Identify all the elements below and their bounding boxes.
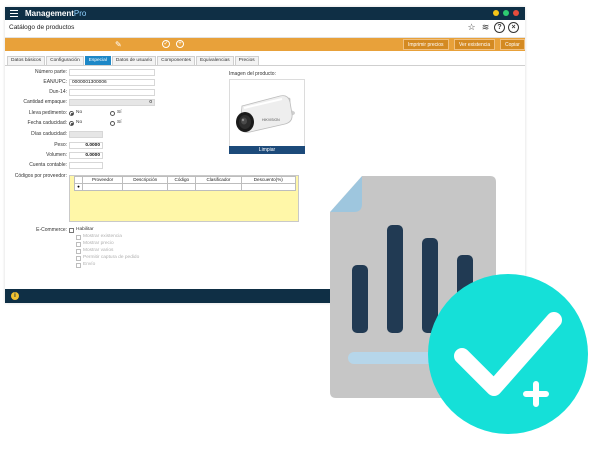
tag-icon[interactable]: ✎ (115, 40, 122, 49)
col-clasificador[interactable]: Clasificador (195, 176, 242, 184)
tab-datos-usuario[interactable]: Datos de usuario (111, 56, 157, 65)
ean-label: EAN/UPC: (43, 79, 67, 85)
mostrar-varios-checkbox[interactable] (76, 249, 81, 254)
dias-caducidad-label: Días caducidad: (31, 131, 67, 137)
row-indicator-header (74, 176, 83, 184)
table-cell[interactable] (240, 183, 297, 191)
captura-pedido-checkbox[interactable] (76, 256, 81, 261)
cuenta-contable-label: Cuenta contable: (29, 162, 67, 168)
row-indicator: ● (74, 183, 83, 191)
help-icon[interactable]: ? (494, 22, 505, 33)
product-image-label: Imagen del producto: (229, 71, 276, 77)
caducidad-no-radio[interactable] (69, 121, 74, 126)
window-controls (493, 10, 519, 16)
dun-label: Dun-14: (49, 89, 67, 95)
mostrar-varios-label: Mostrar varios (83, 248, 114, 253)
captura-pedido-label: Permitir captura de pedido (83, 255, 140, 260)
mostrar-precio-checkbox[interactable] (76, 242, 81, 247)
envio-label: Envío (83, 262, 96, 267)
cuenta-contable-input[interactable] (69, 162, 103, 169)
view-stock-button[interactable]: Ver existencia (454, 39, 496, 50)
maximize-dot[interactable] (503, 10, 509, 16)
table-row[interactable]: ● (74, 183, 297, 191)
copy-button[interactable]: Copiar (500, 39, 525, 50)
table-cell[interactable] (122, 183, 169, 191)
check-circle-icon[interactable]: ✓ (162, 40, 170, 48)
mostrar-existencia-label: Mostrar existencia (83, 234, 122, 239)
col-codigo[interactable]: Código (167, 176, 197, 184)
caducidad-si-label: Sí (117, 120, 122, 125)
lleva-pedimento-label: Lleva pedimento: (28, 110, 67, 116)
numero-parte-input[interactable] (69, 69, 155, 76)
tab-datos-basicos[interactable]: Datos básicos (7, 56, 46, 65)
close-dot[interactable] (513, 10, 519, 16)
caducidad-si-radio[interactable] (110, 121, 115, 126)
numero-parte-label: Número parte: (35, 69, 67, 75)
col-proveedor[interactable]: Proveedor (81, 176, 124, 184)
habilitar-label: Habilitar (76, 227, 94, 232)
table-cell[interactable] (81, 183, 124, 191)
tab-strip: Datos básicos Configuración Especial Dat… (7, 56, 259, 65)
tab-especial[interactable]: Especial (84, 56, 111, 65)
star-icon[interactable]: ☆ (466, 22, 477, 33)
table-cell[interactable] (167, 183, 197, 191)
envio-checkbox[interactable] (76, 263, 81, 268)
volumen-input[interactable]: 0.0000 (69, 152, 103, 159)
supplier-codes-grid: Proveedor Descripción Código Clasificado… (69, 175, 299, 222)
camera-image: HIKVISION (236, 95, 295, 133)
habilitar-checkbox[interactable] (69, 228, 74, 233)
pedimento-si-radio[interactable] (110, 111, 115, 116)
cantidad-empaque-input[interactable]: 0 (69, 99, 155, 106)
dias-caducidad-input[interactable] (69, 131, 103, 138)
pedimento-si-label: Sí (117, 110, 122, 115)
menu-icon[interactable] (10, 10, 18, 17)
minimize-dot[interactable] (493, 10, 499, 16)
codigos-proveedor-label: Códigos por proveedor: (14, 173, 67, 179)
clear-image-button[interactable]: Limpiar (229, 146, 305, 154)
peso-input[interactable]: 0.0000 (69, 142, 103, 149)
svg-text:HIKVISION: HIKVISION (262, 118, 280, 122)
action-bar: ✎ ✓ + Imprimir precios Ver existencia Co… (5, 38, 525, 51)
mostrar-precio-label: Mostrar precio (83, 241, 114, 246)
tab-equivalencias[interactable]: Equivalencias (196, 56, 234, 65)
col-descuento[interactable]: Descuento(%) (240, 176, 297, 184)
layers-icon[interactable]: ≋ (480, 22, 491, 33)
print-prices-button[interactable]: Imprimir precios (403, 39, 449, 50)
tab-precios[interactable]: Precios (234, 56, 259, 65)
tab-componentes[interactable]: Componentes (157, 56, 196, 65)
supplier-codes-table: Proveedor Descripción Código Clasificado… (74, 176, 297, 191)
tab-configuracion[interactable]: Configuración (46, 56, 84, 65)
fecha-caducidad-label: Fecha caducidad: (27, 120, 67, 126)
dun-input[interactable] (69, 89, 155, 96)
cantidad-empaque-label: Cantidad empaque: (23, 99, 67, 105)
title-bar: ManagementPro (5, 7, 525, 20)
ean-input[interactable]: 0000001300006 (69, 79, 155, 86)
info-icon[interactable]: i (11, 292, 19, 300)
peso-label: Peso: (54, 142, 67, 148)
caducidad-no-label: No (76, 120, 83, 125)
close-icon[interactable]: × (508, 22, 519, 33)
add-circle-icon[interactable]: + (176, 40, 184, 48)
pedimento-no-radio[interactable] (69, 111, 74, 116)
pedimento-no-label: No (76, 110, 83, 115)
volumen-label: Volumen: (46, 152, 67, 158)
product-image: HIKVISION (229, 79, 305, 147)
report-approved-illustration (330, 176, 588, 434)
tabs-divider (5, 65, 525, 66)
approved-check-icon (428, 274, 588, 434)
col-descripcion[interactable]: Descripción (122, 176, 169, 184)
page-title: Catálogo de productos (9, 24, 75, 31)
table-cell[interactable] (195, 183, 242, 191)
page-header: Catálogo de productos ☆ ≋ ? × (5, 20, 525, 38)
app-brand: ManagementPro (25, 9, 87, 18)
header-icons: ☆ ≋ ? × (466, 22, 519, 33)
mostrar-existencia-checkbox[interactable] (76, 235, 81, 240)
ecommerce-label: E-Commerce: (36, 227, 67, 233)
